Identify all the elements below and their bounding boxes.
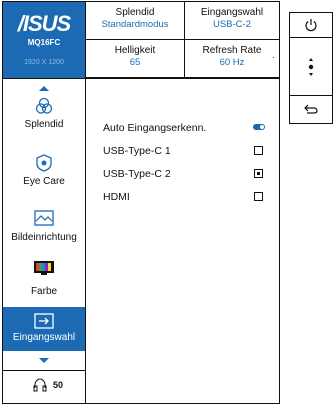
power-icon	[305, 19, 317, 32]
sidebar-item-label: Eingangswahl	[12, 332, 76, 343]
sidebar-item-eingangswahl[interactable]: Eingangswahl	[3, 307, 85, 351]
back-key[interactable]	[290, 95, 332, 123]
brand-panel: /ISUS MQ16FC 1920 X 1200	[3, 2, 85, 78]
indicator-dot-icon: ·	[272, 52, 275, 62]
info-refresh-value: 60 Hz	[219, 57, 245, 68]
hdmi-checkbox[interactable]	[254, 192, 263, 201]
control-key-guide	[289, 12, 333, 124]
info-input: Eingangswahl USB-C-2	[185, 2, 279, 40]
sidebar-item-farbe[interactable]: Farbe	[3, 260, 85, 310]
header-divider	[3, 78, 279, 79]
osd-menu: /ISUS MQ16FC 1920 X 1200 Splendid Standa…	[2, 1, 280, 404]
auto-input-toggle[interactable]	[253, 124, 265, 130]
color-icon	[34, 261, 54, 275]
option-hdmi-label: HDMI	[103, 191, 130, 203]
sidebar-item-label: Bildeinrichtung	[11, 232, 77, 243]
input-select-icon	[34, 313, 54, 329]
sidebar-item-splendid[interactable]: Splendid	[3, 97, 85, 145]
volume-indicator: 50	[3, 370, 85, 404]
back-arrow-icon	[304, 104, 318, 114]
headphone-icon	[33, 378, 47, 392]
sidebar-item-label: Farbe	[30, 286, 58, 297]
info-input-label: Eingangswahl	[200, 7, 264, 18]
info-splendid: Splendid Standardmodus	[85, 2, 185, 40]
eye-care-icon	[36, 154, 52, 172]
navigation-key[interactable]	[290, 37, 332, 96]
sidebar-divider	[85, 78, 86, 404]
info-brightness-label: Helligkeit	[114, 45, 156, 56]
power-key[interactable]	[290, 13, 332, 38]
info-input-value: USB-C-2	[212, 19, 251, 30]
resolution-text: 1920 X 1200	[24, 59, 64, 66]
option-auto-input-label: Auto Eingangserkenn.	[103, 122, 207, 134]
info-refresh-label: Refresh Rate	[202, 45, 262, 56]
asus-logo: /ISUS	[17, 11, 71, 36]
sidebar-item-bildeinrichtung[interactable]: Bildeinrichtung	[3, 210, 85, 262]
model-name: MQ16FC	[27, 38, 61, 47]
sidebar-item-label: Splendid	[24, 119, 64, 130]
option-usbc2-label: USB-Type-C 2	[103, 168, 171, 180]
info-brightness: Helligkeit 65	[85, 40, 185, 78]
scroll-down-icon[interactable]	[39, 358, 49, 363]
usbc2-checkbox[interactable]	[254, 169, 263, 178]
info-splendid-label: Splendid	[115, 7, 155, 18]
info-splendid-value: Standardmodus	[101, 19, 169, 30]
nav-dots-icon	[308, 58, 314, 76]
volume-value: 50	[53, 380, 64, 390]
image-setup-icon	[34, 210, 54, 226]
sidebar-item-eye-care[interactable]: Eye Care	[3, 154, 85, 202]
usbc1-checkbox[interactable]	[254, 146, 263, 155]
scroll-up-icon[interactable]	[39, 86, 49, 91]
sidebar-item-label: Eye Care	[23, 176, 65, 187]
option-usbc1-label: USB-Type-C 1	[103, 145, 171, 157]
info-refresh: Refresh Rate 60 Hz ·	[185, 40, 279, 78]
splendid-icon	[35, 97, 53, 114]
info-brightness-value: 65	[129, 57, 141, 68]
